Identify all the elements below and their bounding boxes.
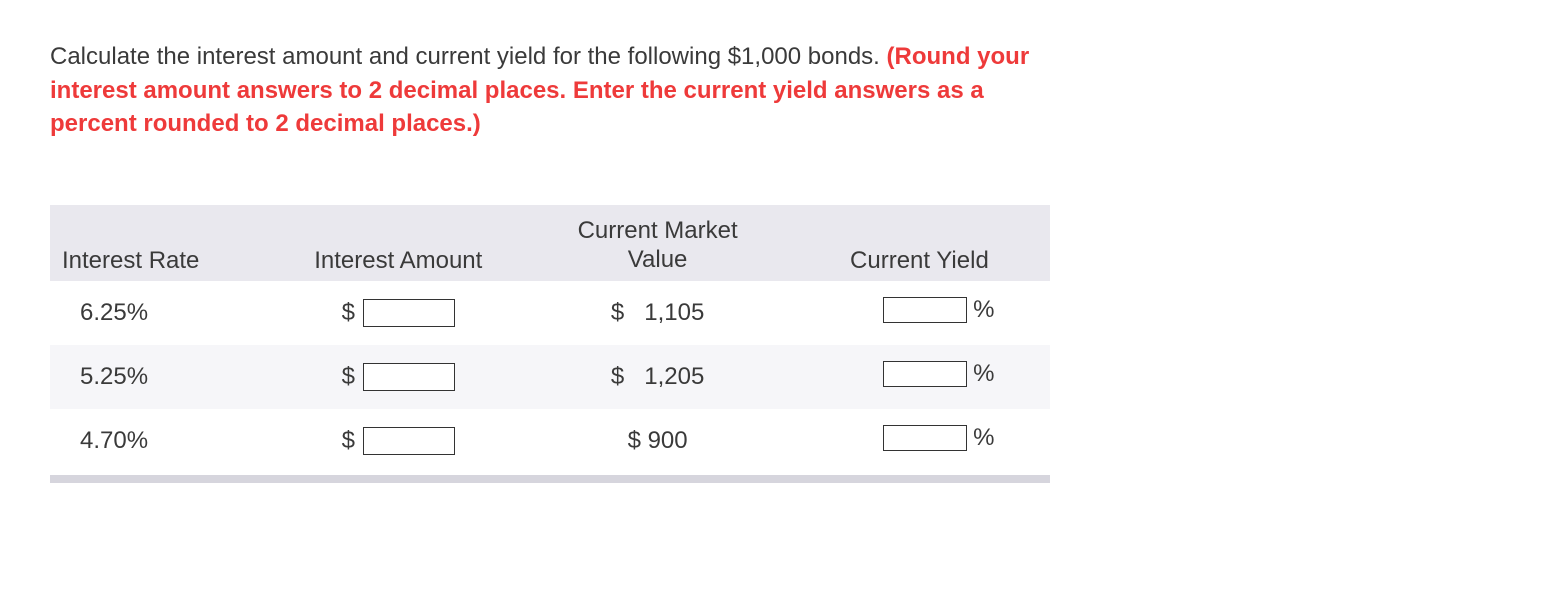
percent-sign: % (973, 424, 994, 452)
table-row: 5.25% $ $ 1,205 % (50, 345, 1050, 409)
header-amount: Interest Amount (270, 205, 526, 281)
interest-amount-input[interactable] (363, 427, 455, 455)
market-value: 1,105 (644, 299, 704, 327)
cell-market: $ 900 (526, 409, 788, 473)
table-row: 6.25% $ $ 1,105 % (50, 281, 1050, 345)
header-rate: Interest Rate (50, 205, 270, 281)
cell-market: $ 1,205 (526, 345, 788, 409)
current-yield-input[interactable] (883, 425, 967, 451)
header-market: Current MarketValue (526, 205, 788, 281)
cell-rate: 6.25% (50, 281, 270, 345)
table-row: 4.70% $ $ 900 % (50, 409, 1050, 473)
current-yield-input[interactable] (883, 297, 967, 323)
table-scrollbar[interactable] (50, 475, 1050, 483)
current-yield-input[interactable] (883, 361, 967, 387)
cell-amount: $ (270, 345, 526, 409)
market-value: 1,205 (644, 363, 704, 391)
dollar-sign: $ (342, 363, 355, 391)
prompt-lead: Calculate the interest amount and curren… (50, 43, 887, 70)
cell-rate: 4.70% (50, 409, 270, 473)
percent-sign: % (973, 360, 994, 388)
question-prompt: Calculate the interest amount and curren… (50, 40, 1050, 141)
interest-amount-input[interactable] (363, 363, 455, 391)
dollar-sign: $ (342, 299, 355, 327)
percent-sign: % (973, 296, 994, 324)
table-header-row: Interest Rate Interest Amount Current Ma… (50, 205, 1050, 281)
cell-market: $ 1,105 (526, 281, 788, 345)
dollar-sign: $ (611, 299, 624, 327)
interest-amount-input[interactable] (363, 299, 455, 327)
cell-amount: $ (270, 281, 526, 345)
header-yield: Current Yield (789, 205, 1050, 281)
cell-amount: $ (270, 409, 526, 473)
dollar-sign: $ (611, 363, 624, 391)
cell-yield: % (789, 281, 1050, 345)
cell-yield: % (789, 409, 1050, 473)
cell-yield: % (789, 345, 1050, 409)
market-value: $ 900 (628, 427, 688, 454)
cell-rate: 5.25% (50, 345, 270, 409)
dollar-sign: $ (342, 427, 355, 455)
bonds-table: Interest Rate Interest Amount Current Ma… (50, 205, 1050, 473)
